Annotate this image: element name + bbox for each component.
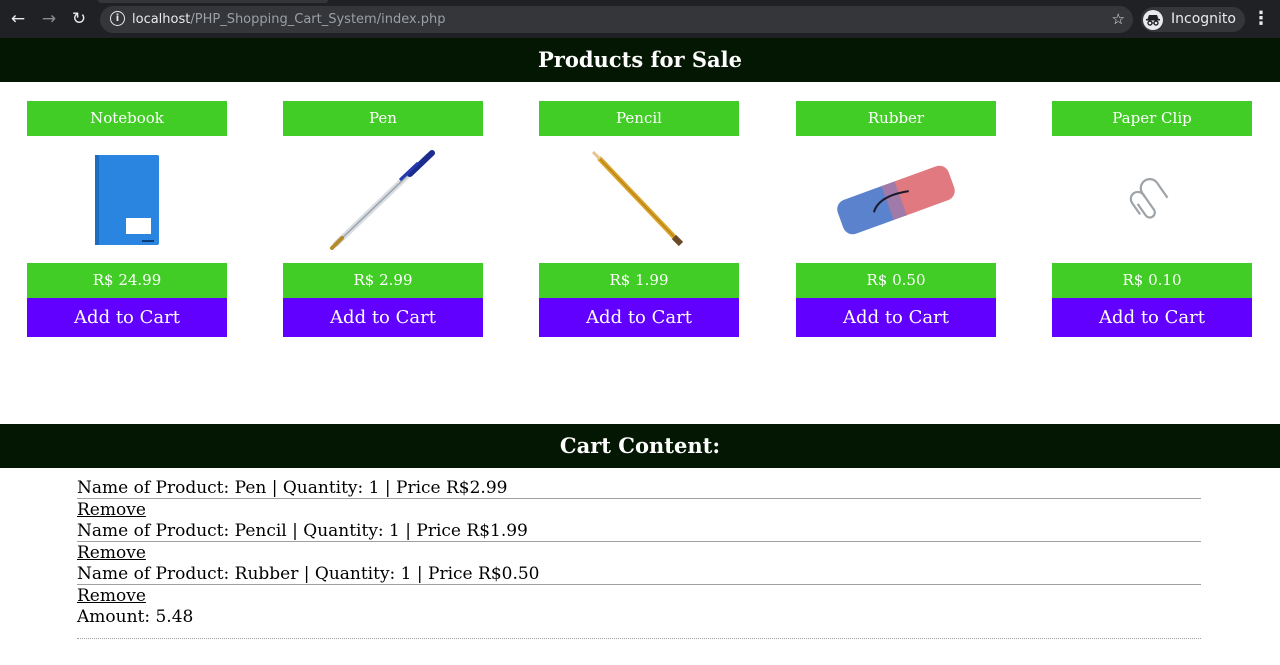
notebook-image [27, 136, 227, 263]
divider [77, 584, 1201, 585]
product-card-notebook: Notebook R$ 24.99 Add to Cart [27, 101, 227, 337]
remove-link[interactable]: Remove [77, 586, 1201, 607]
product-card-paper-clip: Paper Clip R$ 0.10 Add to Cart [1052, 101, 1252, 337]
product-name: Pen [283, 101, 483, 136]
divider [77, 541, 1201, 542]
browser-menu-icon[interactable]: ⋮ [1252, 0, 1270, 38]
incognito-badge[interactable]: Incognito [1141, 7, 1245, 32]
product-card-pen: Pen R$ 2.99 Add to Cart [283, 101, 483, 337]
add-to-cart-button[interactable]: Add to Cart [27, 298, 227, 337]
remove-link[interactable]: Remove [77, 543, 1201, 564]
product-card-pencil: Pencil R$ 1.99 Add to Cart [539, 101, 739, 337]
product-price: R$ 0.50 [796, 263, 996, 298]
add-to-cart-button[interactable]: Add to Cart [1052, 298, 1252, 337]
add-to-cart-button[interactable]: Add to Cart [796, 298, 996, 337]
cart-item-line: Name of Product: Pen | Quantity: 1 | Pri… [77, 478, 508, 498]
cart-content: Name of Product: Pen | Quantity: 1 | Pri… [77, 468, 1201, 639]
url-host: localhost [132, 12, 191, 27]
product-price: R$ 1.99 [539, 263, 739, 298]
product-price: R$ 2.99 [283, 263, 483, 298]
incognito-label: Incognito [1171, 11, 1236, 27]
product-name: Rubber [796, 101, 996, 136]
cart-amount: Amount: 5.48 [77, 607, 194, 627]
add-to-cart-button[interactable]: Add to Cart [539, 298, 739, 337]
incognito-icon [1143, 9, 1163, 30]
back-arrow-icon[interactable]: ← [5, 0, 31, 38]
paper-clip-image [1052, 136, 1252, 263]
product-card-rubber: Rubber R$ 0.50 Add to Cart [796, 101, 996, 337]
active-tab-indicator [98, 0, 328, 3]
products-header: Products for Sale [0, 38, 1280, 82]
product-price: R$ 0.10 [1052, 263, 1252, 298]
address-bar[interactable]: i localhost/PHP_Shopping_Cart_System/ind… [100, 6, 1133, 33]
rubber-image [796, 136, 996, 263]
cart-header: Cart Content: [0, 424, 1280, 468]
dotted-divider [77, 638, 1201, 639]
site-info-icon[interactable]: i [110, 11, 125, 26]
divider [77, 498, 1201, 499]
url-text[interactable]: localhost/PHP_Shopping_Cart_System/index… [132, 6, 446, 33]
cart-item-line: Name of Product: Pencil | Quantity: 1 | … [77, 521, 528, 541]
product-name: Pencil [539, 101, 739, 136]
forward-arrow-icon[interactable]: → [36, 0, 62, 38]
pencil-image [539, 136, 739, 263]
reload-icon[interactable]: ↻ [66, 0, 92, 38]
add-to-cart-button[interactable]: Add to Cart [283, 298, 483, 337]
url-path: /PHP_Shopping_Cart_System/index.php [190, 12, 446, 27]
remove-link[interactable]: Remove [77, 500, 1201, 521]
product-price: R$ 24.99 [27, 263, 227, 298]
product-name: Notebook [27, 101, 227, 136]
cart-item-line: Name of Product: Rubber | Quantity: 1 | … [77, 564, 540, 584]
pen-image [283, 136, 483, 263]
browser-toolbar: ← → ↻ i localhost/PHP_Shopping_Cart_Syst… [0, 0, 1280, 38]
product-name: Paper Clip [1052, 101, 1252, 136]
product-grid: Notebook R$ 24.99 Add to Cart Pen R$ 2.9… [0, 82, 1280, 424]
bookmark-star-icon[interactable]: ☆ [1112, 6, 1125, 33]
